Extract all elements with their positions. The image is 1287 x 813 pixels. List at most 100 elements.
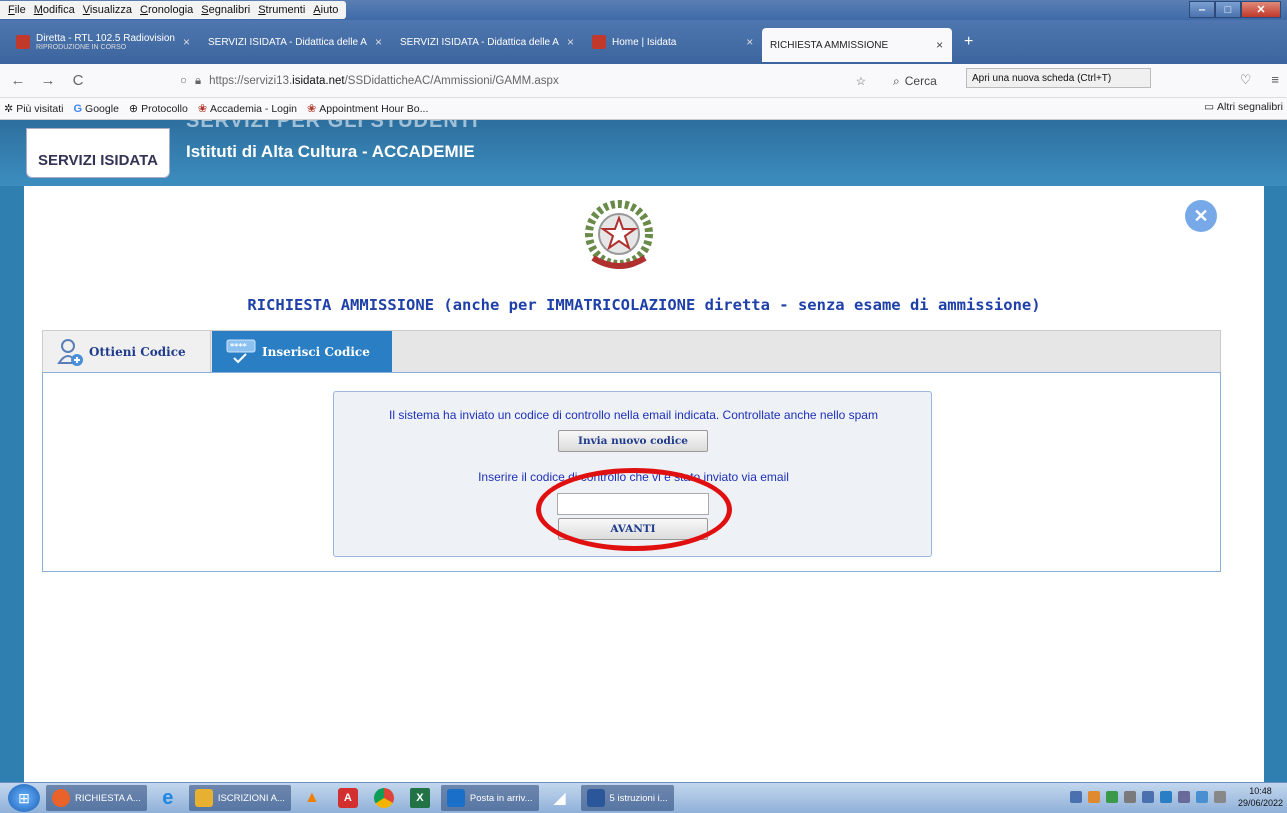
word-icon xyxy=(586,789,605,807)
menu-visualizza[interactable]: Visualizza xyxy=(79,4,136,16)
menu-strumenti[interactable]: Strumenti xyxy=(254,4,309,16)
menu-segnalibri[interactable]: Segnalibri xyxy=(197,4,254,16)
menu-aiuto[interactable]: Aiuto xyxy=(309,4,342,16)
google-icon: G xyxy=(73,102,83,115)
tab-close-icon[interactable]: × xyxy=(183,35,190,49)
republic-emblem-icon xyxy=(585,200,653,269)
pocket-icon[interactable]: ♡ xyxy=(1240,72,1252,88)
volume-icon[interactable] xyxy=(1213,791,1226,803)
url-path: /SSDidatticheAC/Ammissioni/GAMM.aspx xyxy=(344,75,559,87)
taskbar-scanner[interactable]: ◢ xyxy=(545,785,575,811)
taskbar-outlook[interactable]: Posta in arriv... xyxy=(440,785,539,811)
hamburger-menu-icon[interactable]: ≡ xyxy=(1271,72,1279,88)
chrome-icon xyxy=(373,788,394,808)
header-faded-text: SERVIZI PER GLI STUDENTI xyxy=(186,120,479,132)
reload-icon[interactable]: C xyxy=(66,72,90,89)
bookmarks-bar: ✲ Più visitati G Google ⊕ Protocollo ❀ Accad… xyxy=(0,98,1287,120)
clock-date: 29/06/2022 xyxy=(1237,798,1283,808)
forward-icon[interactable]: → xyxy=(36,72,60,89)
tooltip: Apri una nuova scheda (Ctrl+T) xyxy=(966,68,1151,88)
tab-isidata-2[interactable]: SERVIZI ISIDATA - Didattica delle A × xyxy=(392,27,584,57)
bookmark-appointment[interactable]: ❀ Appointment Hour Bo... xyxy=(307,102,428,116)
resend-code-button[interactable]: Invia nuovo codice xyxy=(558,430,708,452)
tab-ottieni-codice[interactable]: Ottieni Codice xyxy=(43,331,211,373)
tab-isidata-1[interactable]: SERVIZI ISIDATA - Didattica delle A × xyxy=(200,27,392,57)
appointment-icon: ❀ xyxy=(307,103,317,115)
taskbar-acrobat[interactable]: A xyxy=(333,785,363,811)
tab-close-icon[interactable]: × xyxy=(375,35,382,49)
tab-inserisci-codice[interactable]: **** Inserisci Codice xyxy=(212,331,392,373)
tab-sublabel: RIPRODUZIONE IN CORSO xyxy=(36,44,127,51)
page-viewport: SERVIZI PER GLI STUDENTI SERVIZI ISIDATA… xyxy=(0,120,1287,782)
site-logo[interactable]: SERVIZI ISIDATA xyxy=(26,128,170,178)
menu-file[interactable]: File xyxy=(4,4,30,16)
tab-label: Home | Isidata xyxy=(612,36,677,48)
internet-explorer-icon: e xyxy=(162,786,174,809)
network-icon[interactable] xyxy=(1195,791,1208,803)
taskbar-ie[interactable]: e xyxy=(153,785,183,811)
tab-close-icon[interactable]: × xyxy=(746,35,753,49)
tab-label: Diretta - RTL 102.5 Radiovision xyxy=(36,33,175,44)
search-placeholder: Cerca xyxy=(904,74,937,88)
firefox-icon xyxy=(52,789,70,807)
tab-rtl[interactable]: Diretta - RTL 102.5 Radiovision RIPRODUZI… xyxy=(8,27,200,57)
tab-close-icon[interactable]: × xyxy=(567,35,574,49)
page-title: RICHIESTA AMMISSIONE (anche per IMMATRIC… xyxy=(247,296,1041,314)
scanner-icon: ◢ xyxy=(553,790,566,807)
tray-icon[interactable] xyxy=(1069,791,1082,803)
menu-modifica[interactable]: Modifica xyxy=(30,4,79,16)
tray-icon[interactable] xyxy=(1159,791,1172,803)
outlook-icon xyxy=(446,789,465,807)
taskbar-firefox[interactable]: RICHIESTA A... xyxy=(46,785,147,811)
taskbar-chrome[interactable] xyxy=(369,785,399,811)
new-tab-icon[interactable]: + xyxy=(964,33,973,51)
bookmark-label: Protocollo xyxy=(141,102,188,115)
tab-label: RICHIESTA AMMISSIONE xyxy=(770,39,889,51)
maximize-button[interactable]: □ xyxy=(1215,1,1241,18)
clock-time: 10:48 xyxy=(1249,786,1272,796)
window-controls: ‒ □ ✕ xyxy=(1189,1,1281,18)
tab-bar: Diretta - RTL 102.5 Radiovision RIPRODUZI… xyxy=(0,20,1287,64)
minimize-button[interactable]: ‒ xyxy=(1189,1,1215,18)
start-button[interactable]: ⊞ xyxy=(8,784,40,812)
taskbar-label: RICHIESTA A... xyxy=(75,792,141,804)
bookmark-google[interactable]: G Google xyxy=(73,103,118,115)
tray-icon[interactable] xyxy=(1087,791,1100,803)
search-icon: ⌕ xyxy=(893,73,900,88)
bookmark-accademia[interactable]: ❀ Accademia - Login xyxy=(197,102,297,116)
password-check-icon: **** xyxy=(226,339,256,364)
tray-icon[interactable] xyxy=(1123,791,1136,803)
search-bar[interactable]: ⌕ Cerca xyxy=(893,69,953,93)
window-close-button[interactable]: ✕ xyxy=(1241,1,1281,18)
tab-home-isidata[interactable]: Home | Isidata × xyxy=(584,27,762,57)
clock[interactable]: 10:48 29/06/2022 xyxy=(1238,785,1283,809)
menu-bar: File Modifica Visualizza Cronologia Segn… xyxy=(0,0,1287,20)
rtl-favicon-icon xyxy=(16,35,30,49)
taskbar-explorer[interactable]: ISCRIZIONI A... xyxy=(188,785,291,811)
tray-icon[interactable] xyxy=(1177,791,1190,803)
vlc-icon: ▲ xyxy=(303,789,320,806)
taskbar-word[interactable]: 5 istruzioni i... xyxy=(580,785,674,811)
tab-close-icon[interactable]: × xyxy=(936,38,943,52)
other-bookmarks[interactable]: ▭ Altri segnalibri xyxy=(1204,101,1283,113)
taskbar-excel[interactable]: X xyxy=(405,785,435,811)
tray-icon[interactable] xyxy=(1105,791,1118,803)
user-add-icon xyxy=(57,339,83,366)
site-header: SERVIZI PER GLI STUDENTI SERVIZI ISIDATA… xyxy=(0,120,1287,186)
menu-cronologia[interactable]: Cronologia xyxy=(136,4,197,16)
menu-items: File Modifica Visualizza Cronologia Segn… xyxy=(0,1,347,19)
close-panel-button[interactable]: ✕ xyxy=(1185,200,1217,232)
accademia-icon: ❀ xyxy=(197,103,208,115)
bookmark-protocollo[interactable]: ⊕ Protocollo xyxy=(129,102,188,116)
tab-richiesta-ammissione[interactable]: RICHIESTA AMMISSIONE × xyxy=(762,28,952,62)
tray-icon[interactable] xyxy=(1141,791,1154,803)
url-bar[interactable]: ○ 🔒︎ https://servizi13. isidata.net/SSDid… xyxy=(180,69,880,93)
bookmark-most-visited[interactable]: ✲ Più visitati xyxy=(4,102,63,116)
back-icon[interactable]: ← xyxy=(6,72,30,89)
bookmark-label: Google xyxy=(85,102,119,115)
taskbar-vlc[interactable]: ▲ xyxy=(297,785,327,811)
bookmark-star-icon[interactable]: ☆ xyxy=(856,74,866,88)
taskbar-label: 5 istruzioni i... xyxy=(609,792,668,804)
tab-label: Ottieni Codice xyxy=(89,345,186,359)
info-message: Il sistema ha inviato un codice di contr… xyxy=(389,408,878,422)
